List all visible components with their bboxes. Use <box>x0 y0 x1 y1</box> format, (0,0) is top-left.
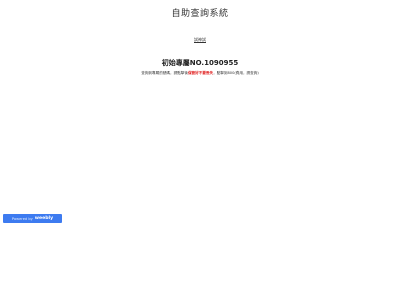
weebly-logo: weebly <box>34 216 54 221</box>
notice-warning: 保管好不要丟失 <box>187 71 214 75</box>
weebly-badge[interactable]: Powered by weebly <box>3 214 62 223</box>
notice-text-end: ，點擊到800(費用，請查詢) <box>213 71 259 75</box>
page-heading: 初始專屬NO.1090955 <box>161 59 239 67</box>
notice-text: 查詢到專屬的號碼，請點擊後保管好不要丟失，點擊到800(費用，請查詢) <box>0 71 400 76</box>
site-title: 自助查詢系統 <box>171 9 229 19</box>
page: 自助查詢系統 試神試 初始專屬NO.1090955 查詢到專屬的號碼，請點擊後保… <box>0 0 400 300</box>
badge-prefix: Powered by <box>11 216 33 221</box>
top-nav: 試神試 <box>0 26 400 45</box>
notice-text-start: 查詢到專屬的號碼，請點擊後 <box>141 71 188 75</box>
nav-link[interactable]: 試神試 <box>194 37 206 42</box>
